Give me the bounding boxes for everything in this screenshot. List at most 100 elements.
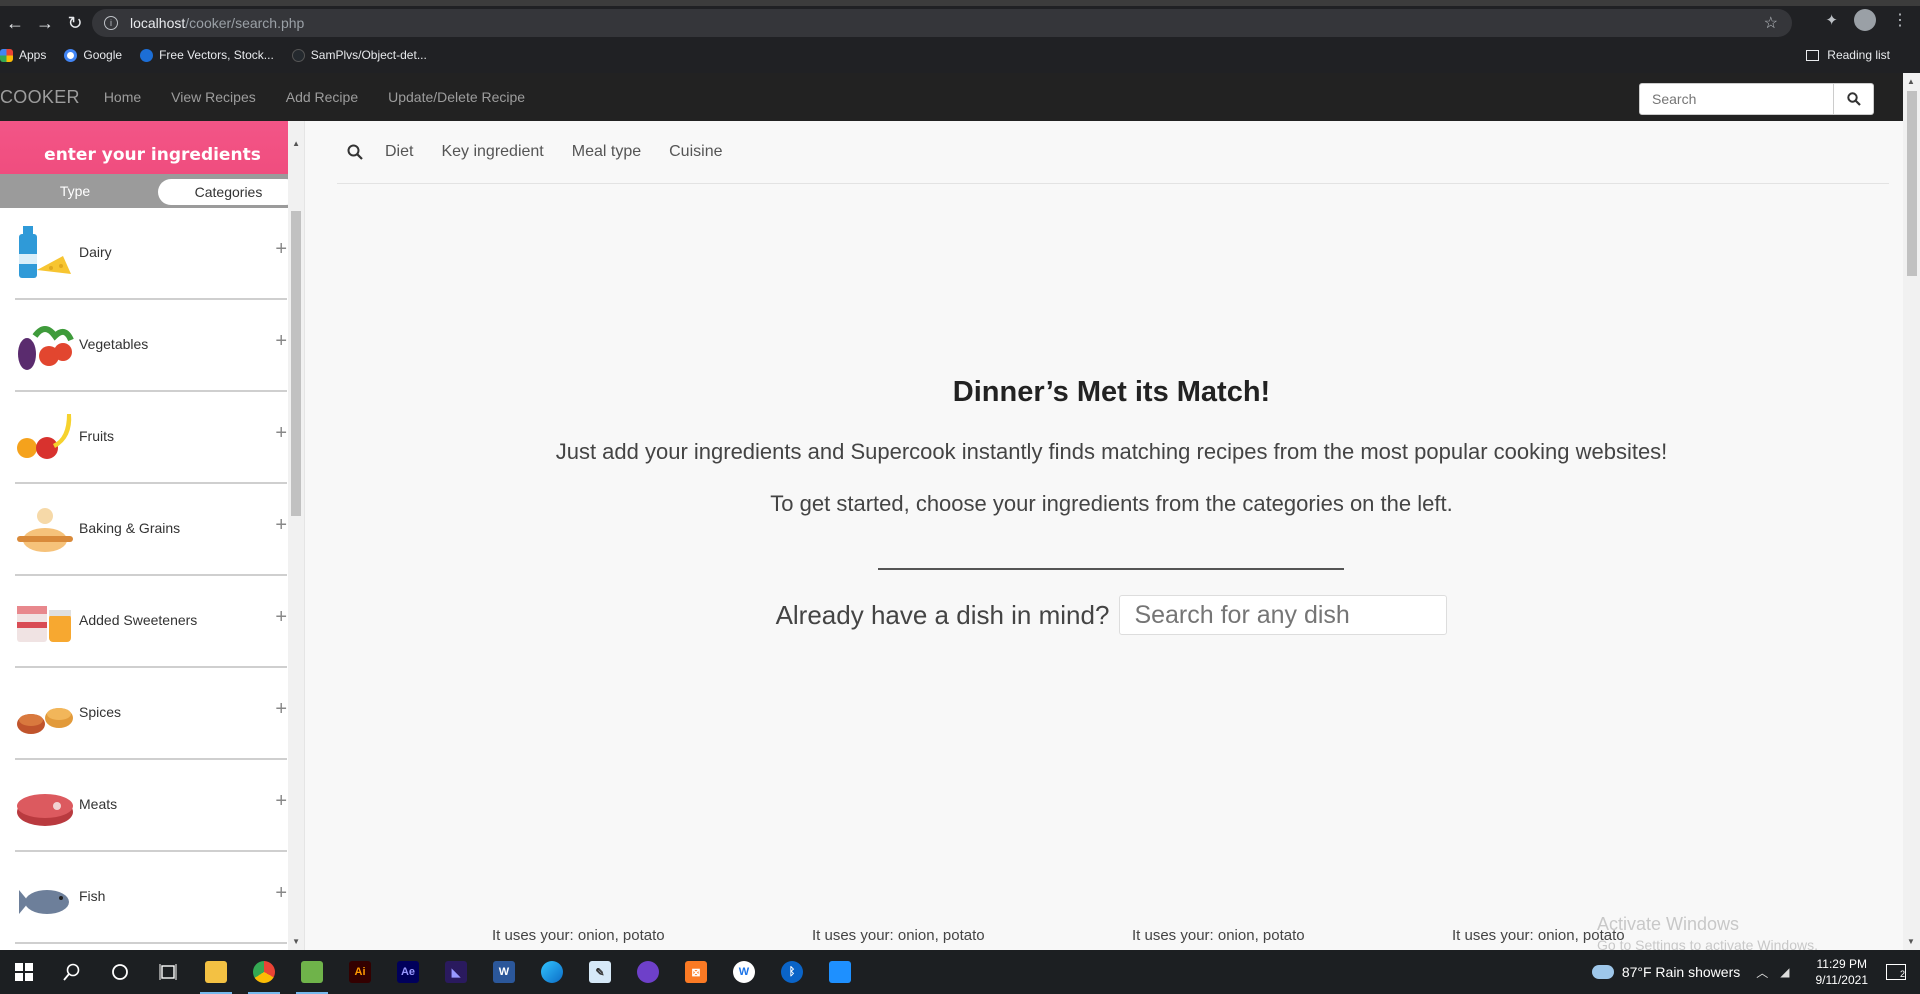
taskbar-xampp[interactable]: ⊠ — [672, 950, 720, 994]
url-host: localhost — [130, 15, 186, 31]
filter-meal-type[interactable]: Meal type — [572, 143, 641, 161]
category-label: Baking & Grains — [79, 520, 181, 536]
search-icon[interactable] — [347, 144, 363, 160]
taskbar-after-effects[interactable]: Ae — [384, 950, 432, 994]
taskbar-illustrator[interactable]: Ai — [336, 950, 384, 994]
fruits-icon — [17, 414, 72, 459]
taskbar-premiere[interactable]: ◣ — [432, 950, 480, 994]
url-path: /cooker/search.php — [185, 15, 305, 31]
chrome-icon — [253, 961, 275, 983]
page-scroll-thumb[interactable] — [1907, 91, 1917, 276]
expand-plus-icon[interactable]: + — [275, 422, 287, 445]
sidebar-scroll-thumb[interactable] — [291, 211, 301, 516]
page-scrollbar[interactable]: ▲ ▼ — [1903, 73, 1920, 950]
navbar-search-button[interactable] — [1834, 83, 1874, 115]
folder-icon — [205, 961, 227, 983]
filter-key-ingredient[interactable]: Key ingredient — [441, 143, 543, 161]
taskbar-file-explorer[interactable] — [192, 950, 240, 994]
ingredients-sidebar: enter your ingredients Type Categories D… — [0, 121, 305, 950]
bookmark-star-icon[interactable]: ☆ — [1764, 13, 1778, 33]
navbar-search-input[interactable] — [1639, 83, 1834, 115]
taskbar-bluetooth[interactable]: ᛒ — [768, 950, 816, 994]
filter-diet[interactable]: Diet — [385, 143, 413, 161]
task-view-button[interactable] — [144, 950, 192, 994]
scroll-down-arrow-icon[interactable]: ▼ — [1907, 937, 1915, 946]
sidebar-tabs: Type Categories — [0, 174, 304, 208]
taskbar-edge[interactable] — [528, 950, 576, 994]
scroll-up-arrow-icon[interactable]: ▲ — [292, 139, 300, 148]
category-label: Dairy — [79, 244, 112, 260]
weather-rain-icon — [1591, 965, 1614, 979]
category-spices[interactable]: Spices + — [15, 668, 287, 760]
bookmarks-bar: Apps Google Free Vectors, Stock... SamPl… — [0, 44, 1920, 66]
category-fish[interactable]: Fish + — [15, 852, 287, 944]
nav-update-delete-recipe[interactable]: Update/Delete Recipe — [388, 89, 525, 105]
reload-icon[interactable]: ↻ — [60, 8, 90, 38]
expand-plus-icon[interactable]: + — [275, 238, 287, 261]
taskbar-photos[interactable] — [816, 950, 864, 994]
fish-icon — [19, 890, 69, 914]
bookmark-google[interactable]: Google — [64, 48, 122, 62]
kebab-menu-icon[interactable]: ⋮ — [1892, 10, 1908, 30]
expand-plus-icon[interactable]: + — [275, 882, 287, 905]
start-button[interactable] — [0, 950, 48, 994]
chevron-up-icon[interactable]: ︿ — [1756, 964, 1768, 981]
scroll-down-arrow-icon[interactable]: ▼ — [292, 937, 300, 946]
network-icon[interactable]: ◢ — [1780, 965, 1789, 979]
profile-avatar[interactable] — [1854, 9, 1876, 31]
expand-plus-icon[interactable]: + — [275, 330, 287, 353]
recipe-uses-text: It uses your: onion, potato — [492, 927, 665, 944]
hero-description: Just add your ingredients and Supercook … — [555, 439, 1668, 464]
nav-view-recipes[interactable]: View Recipes — [171, 89, 256, 105]
extensions-puzzle-icon[interactable]: ✦ — [1825, 11, 1838, 29]
taskbar-writer[interactable]: W — [720, 950, 768, 994]
main-content: Diet Key ingredient Meal type Cuisine Di… — [320, 121, 1903, 953]
tab-type[interactable]: Type — [0, 174, 150, 208]
watermark-title: Activate Windows — [1597, 914, 1740, 934]
dish-question: Already have a dish in mind? — [775, 599, 1110, 630]
nav-add-recipe[interactable]: Add Recipe — [286, 89, 358, 105]
info-icon[interactable]: i — [104, 16, 118, 30]
category-vegetables[interactable]: Vegetables + — [15, 300, 287, 392]
browser-chrome: ← → ↻ i localhost/cooker/search.php ☆ ✦ … — [0, 0, 1920, 73]
address-bar[interactable]: i localhost/cooker/search.php ☆ — [92, 9, 1792, 37]
edge-icon — [541, 961, 563, 983]
windows-logo-icon — [15, 963, 33, 981]
tab-categories[interactable]: Categories — [158, 179, 299, 205]
bookmark-label: Apps — [19, 48, 47, 62]
back-arrow-icon[interactable]: ← — [0, 8, 30, 38]
search-icon — [63, 963, 80, 981]
clock[interactable]: 11:29 PM 9/11/2021 — [1816, 956, 1869, 988]
dish-search-input[interactable] — [1119, 595, 1448, 635]
bookmark-free-vectors[interactable]: Free Vectors, Stock... — [140, 48, 274, 62]
sidebar-scrollbar[interactable]: ▲ ▼ — [288, 121, 304, 950]
notification-icon[interactable]: 2 — [1886, 964, 1906, 980]
scroll-up-arrow-icon[interactable]: ▲ — [1907, 77, 1915, 86]
expand-plus-icon[interactable]: + — [275, 790, 287, 813]
forward-arrow-icon[interactable]: → — [30, 8, 60, 38]
category-baking-grains[interactable]: Baking & Grains + — [15, 484, 287, 576]
taskbar-chrome[interactable] — [240, 950, 288, 994]
cortana-button[interactable] — [96, 950, 144, 994]
nav-home[interactable]: Home — [104, 89, 141, 105]
weather-widget[interactable]: 87°F Rain showers — [1591, 964, 1740, 980]
expand-plus-icon[interactable]: + — [275, 606, 287, 629]
taskbar-word[interactable]: W — [480, 950, 528, 994]
bookmark-github[interactable]: SamPlvs/Object-det... — [291, 48, 427, 62]
category-added-sweeteners[interactable]: Added Sweeteners + — [15, 576, 287, 668]
taskbar-github-desktop[interactable] — [624, 950, 672, 994]
category-dairy[interactable]: Dairy + — [15, 208, 287, 300]
expand-plus-icon[interactable]: + — [275, 514, 287, 537]
filter-cuisine[interactable]: Cuisine — [669, 143, 722, 161]
brand-logo[interactable]: COOKER — [0, 87, 80, 108]
category-meats[interactable]: Meats + — [15, 760, 287, 852]
reading-list-button[interactable]: Reading list — [1806, 48, 1890, 62]
taskbar-notepad[interactable] — [288, 950, 336, 994]
expand-plus-icon[interactable]: + — [275, 698, 287, 721]
taskbar-search[interactable] — [48, 950, 96, 994]
category-fruits[interactable]: Fruits + — [15, 392, 287, 484]
hero-title: Dinner’s Met its Match! — [952, 376, 1271, 408]
bookmark-apps[interactable]: Apps — [0, 48, 46, 62]
taskbar-paint[interactable]: ✎ — [576, 950, 624, 994]
category-label: Vegetables — [79, 336, 149, 352]
